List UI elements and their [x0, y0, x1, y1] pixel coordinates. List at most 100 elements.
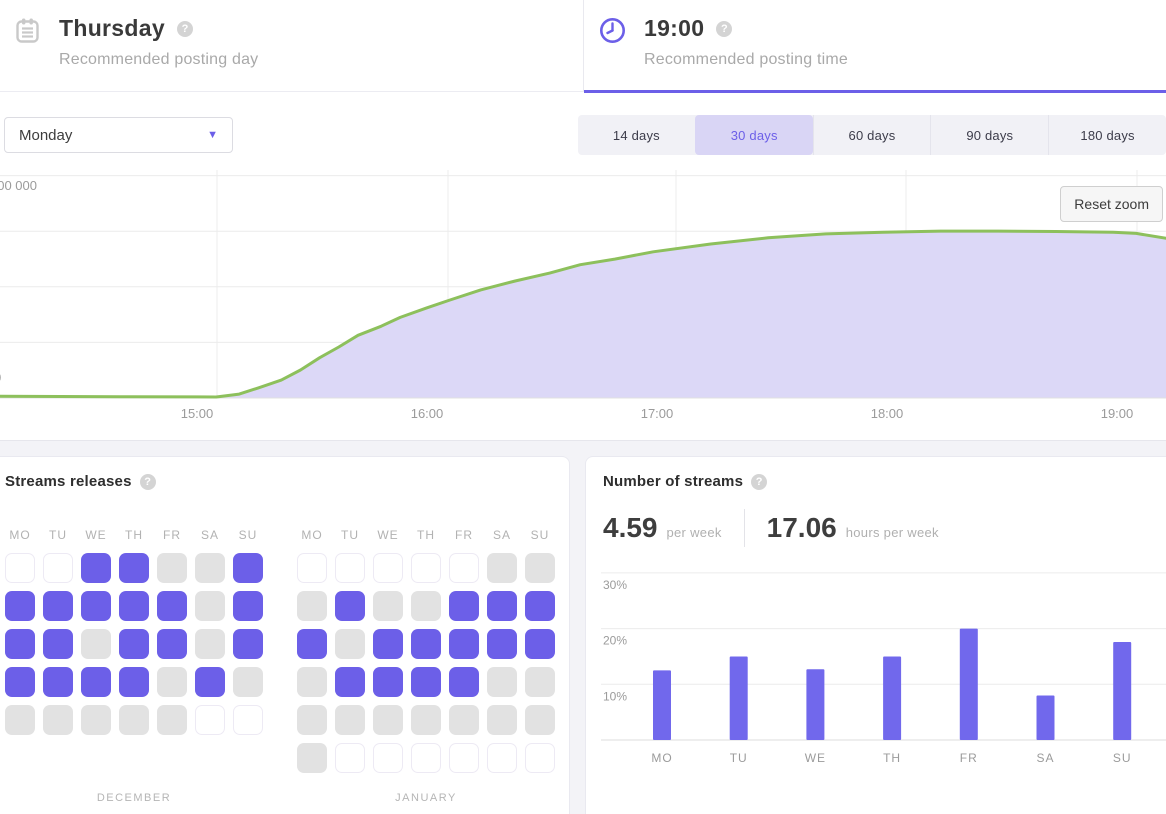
release-day-cell-off[interactable]: [373, 705, 403, 735]
release-day-cell-off[interactable]: [487, 553, 517, 583]
release-day-cell-on[interactable]: [119, 629, 149, 659]
release-day-cell-on[interactable]: [43, 591, 73, 621]
x-axis-tick-label: 17:00: [632, 406, 682, 421]
weekday-label: MO: [5, 528, 35, 542]
release-day-cell-on[interactable]: [119, 553, 149, 583]
release-day-cell-off[interactable]: [297, 667, 327, 697]
release-day-cell-off[interactable]: [487, 705, 517, 735]
release-day-cell-off[interactable]: [525, 553, 555, 583]
release-day-cell-on[interactable]: [119, 667, 149, 697]
release-day-cell-on[interactable]: [297, 629, 327, 659]
release-day-cell-off[interactable]: [119, 705, 149, 735]
release-day-cell-on[interactable]: [81, 553, 111, 583]
release-day-cell-on[interactable]: [373, 629, 403, 659]
release-day-cell-off[interactable]: [411, 591, 441, 621]
release-day-cell-off[interactable]: [157, 553, 187, 583]
release-day-cell-on[interactable]: [81, 591, 111, 621]
release-day-cell-off[interactable]: [195, 553, 225, 583]
release-day-cell-off[interactable]: [297, 743, 327, 773]
x-axis-tick-label: SU: [1113, 751, 1132, 765]
release-day-cell-off[interactable]: [411, 705, 441, 735]
release-day-cell-off[interactable]: [43, 705, 73, 735]
clipboard-calendar-icon: [14, 17, 41, 44]
release-day-cell-on[interactable]: [5, 591, 35, 621]
release-day-cell-on[interactable]: [233, 591, 263, 621]
release-day-cell-on[interactable]: [233, 553, 263, 583]
weekday-label: TU: [43, 528, 73, 542]
release-day-cell-off[interactable]: [195, 591, 225, 621]
release-day-cell-out: [373, 553, 403, 583]
release-day-cell-off[interactable]: [5, 705, 35, 735]
release-day-cell-on[interactable]: [449, 591, 479, 621]
release-day-cell-on[interactable]: [335, 667, 365, 697]
range-tab-90-days[interactable]: 90 days: [930, 115, 1048, 155]
release-day-cell-on[interactable]: [411, 629, 441, 659]
release-day-cell-on[interactable]: [5, 667, 35, 697]
help-icon[interactable]: ?: [716, 21, 732, 37]
bar-mo[interactable]: [653, 670, 671, 740]
release-day-cell-off[interactable]: [525, 667, 555, 697]
release-day-cell-on[interactable]: [373, 667, 403, 697]
release-day-cell-off[interactable]: [449, 705, 479, 735]
release-day-cell-off[interactable]: [297, 591, 327, 621]
tab-recommended-time[interactable]: 19:00 ? Recommended posting time: [583, 0, 1166, 91]
release-day-cell-on[interactable]: [487, 629, 517, 659]
range-tab-180-days[interactable]: 180 days: [1048, 115, 1166, 155]
clock-icon: [599, 17, 626, 44]
range-tab-60-days[interactable]: 60 days: [813, 115, 931, 155]
release-day-cell-on[interactable]: [525, 629, 555, 659]
release-day-cell-on[interactable]: [449, 667, 479, 697]
tab-recommended-day[interactable]: Thursday ? Recommended posting day: [0, 0, 583, 91]
streams-time-chart[interactable]: 200 000 0 Reset zoom 15:0016:0017:0018:0…: [0, 170, 1166, 440]
bar-su[interactable]: [1113, 642, 1131, 740]
bar-th[interactable]: [883, 656, 901, 740]
calendar-grid: [297, 553, 555, 773]
release-day-cell-on[interactable]: [411, 667, 441, 697]
release-day-cell-off[interactable]: [157, 667, 187, 697]
release-day-cell-off[interactable]: [373, 591, 403, 621]
reset-zoom-button[interactable]: Reset zoom: [1060, 186, 1163, 222]
release-day-cell-on[interactable]: [195, 667, 225, 697]
release-day-cell-on[interactable]: [5, 629, 35, 659]
release-day-cell-on[interactable]: [487, 591, 517, 621]
range-tab-30-days[interactable]: 30 days: [695, 115, 813, 155]
help-icon[interactable]: ?: [140, 474, 156, 490]
release-day-cell-on[interactable]: [81, 667, 111, 697]
release-day-cell-off[interactable]: [195, 629, 225, 659]
bar-fr[interactable]: [960, 629, 978, 740]
release-day-cell-off[interactable]: [297, 705, 327, 735]
release-day-cell-off[interactable]: [487, 667, 517, 697]
release-day-cell-off[interactable]: [81, 705, 111, 735]
bottom-section: Streams releases ? MOTUWETHFRSASU DECEMB…: [0, 440, 1166, 814]
x-axis-tick-label: FR: [960, 751, 978, 765]
bar-we[interactable]: [806, 669, 824, 740]
day-select[interactable]: Monday ▼: [4, 117, 233, 153]
release-day-cell-off[interactable]: [335, 705, 365, 735]
release-day-cell-off[interactable]: [335, 629, 365, 659]
help-icon[interactable]: ?: [177, 21, 193, 37]
release-day-cell-on[interactable]: [43, 667, 73, 697]
release-day-cell-off[interactable]: [233, 667, 263, 697]
release-day-cell-on[interactable]: [449, 629, 479, 659]
release-day-cell-off[interactable]: [157, 705, 187, 735]
release-day-cell-out: [43, 553, 73, 583]
release-day-cell-on[interactable]: [119, 591, 149, 621]
y-axis-tick-label: 10%: [603, 689, 627, 703]
release-day-cell-on[interactable]: [525, 591, 555, 621]
release-day-cell-off[interactable]: [525, 705, 555, 735]
release-day-cell-on[interactable]: [157, 629, 187, 659]
release-day-cell-on[interactable]: [43, 629, 73, 659]
release-day-cell-off[interactable]: [81, 629, 111, 659]
release-day-cell-on[interactable]: [233, 629, 263, 659]
release-day-cell-out: [487, 743, 517, 773]
recommended-time-label: Recommended posting time: [644, 51, 848, 69]
release-day-cell-on[interactable]: [335, 591, 365, 621]
bar-tu[interactable]: [730, 656, 748, 740]
day-select-value: Monday: [19, 127, 72, 144]
bar-sa[interactable]: [1037, 695, 1055, 740]
x-axis-tick-label: SA: [1036, 751, 1054, 765]
release-day-cell-out: [373, 743, 403, 773]
range-tab-14-days[interactable]: 14 days: [578, 115, 695, 155]
release-day-cell-on[interactable]: [157, 591, 187, 621]
calendar-january: MOTUWETHFRSASU JANUARY: [297, 528, 555, 542]
